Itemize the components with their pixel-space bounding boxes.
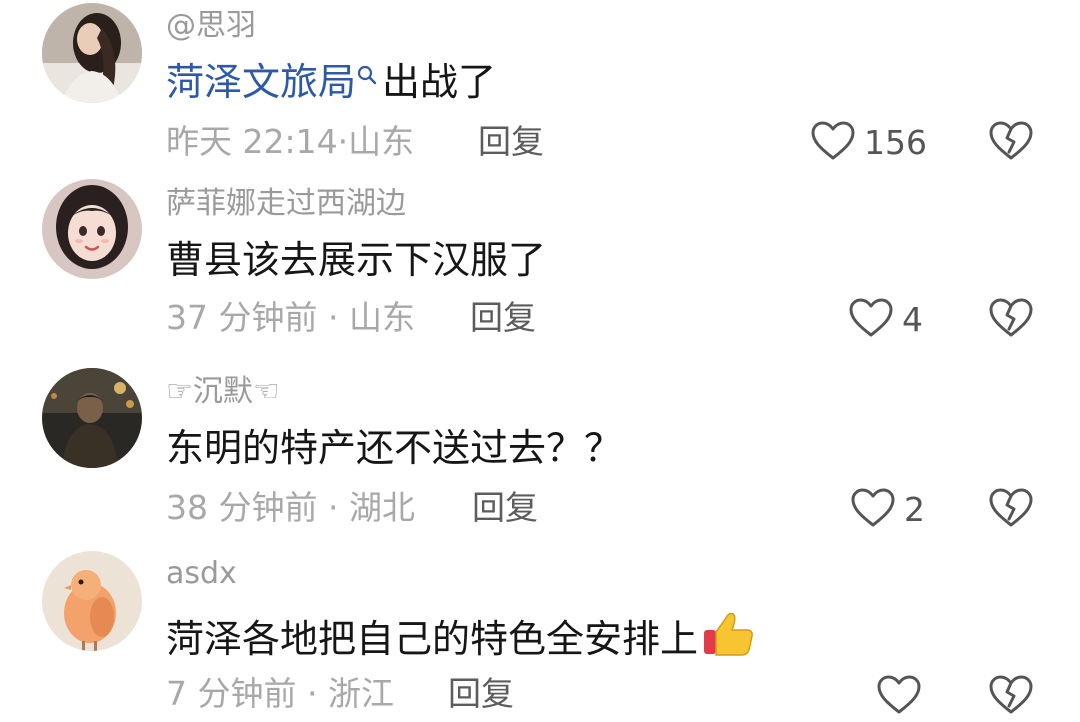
reply-button[interactable]: 回复	[470, 298, 536, 338]
dislike-button[interactable]	[988, 487, 1034, 529]
comment-body: 东明的特产还不送过去？？	[166, 426, 623, 470]
mention-link[interactable]: 菏泽文旅局	[166, 58, 356, 106]
comment-item: @思羽 菏泽文旅局 出战了 昨天 22:14·山东 回复 156	[0, 0, 1080, 180]
comment-meta: 昨天 22:14·山东	[166, 122, 414, 162]
comment-body: 出战了	[382, 60, 497, 104]
heart-outline-icon	[850, 487, 896, 533]
comment-text: 菏泽各地把自己的特色全安排上	[166, 608, 756, 669]
comment-item: asdx 菏泽各地把自己的特色全安排上 7 分钟前 · 浙江 回复	[0, 550, 1080, 722]
broken-heart-icon	[989, 675, 1033, 714]
username[interactable]: @思羽	[166, 8, 256, 44]
reply-button[interactable]: 回复	[472, 488, 538, 528]
meta-separator: ·	[307, 674, 318, 713]
comment-body: 曹县该去展示下汉服了	[166, 238, 547, 282]
comment-text: 曹县该去展示下汉服了	[166, 236, 546, 284]
avatar-woman-image	[42, 3, 142, 103]
comment-time: 昨天 22:14	[166, 122, 338, 161]
heart-outline-icon	[876, 674, 922, 720]
username[interactable]: 萨菲娜走过西湖边	[166, 186, 406, 222]
heart-outline-icon	[848, 297, 894, 343]
comment-list: @思羽 菏泽文旅局 出战了 昨天 22:14·山东 回复 156 萨菲娜走过西湖…	[0, 0, 1080, 722]
avatar-anime-image	[42, 179, 142, 279]
comment-meta: 38 分钟前 · 湖北	[166, 488, 415, 528]
comment-time: 37 分钟前	[166, 298, 318, 337]
like-count: 4	[902, 300, 923, 339]
comment-item: ☞沉默☜ 东明的特产还不送过去？？ 38 分钟前 · 湖北 回复 2	[0, 366, 1080, 546]
reply-button[interactable]: 回复	[448, 674, 514, 714]
broken-heart-icon	[989, 298, 1033, 337]
broken-heart-icon	[989, 121, 1033, 160]
like-count: 2	[904, 490, 925, 529]
meta-separator: ·	[327, 488, 339, 527]
like-button[interactable]: 2	[850, 487, 925, 533]
comment-body: 菏泽各地把自己的特色全安排上	[166, 616, 699, 661]
username[interactable]: asdx	[166, 556, 237, 592]
avatar-man-image	[42, 368, 142, 468]
comment-location: 浙江	[328, 674, 394, 713]
avatar[interactable]	[42, 179, 142, 279]
avatar-bird-image	[42, 551, 142, 651]
avatar[interactable]	[42, 551, 142, 651]
comment-location: 山东	[348, 122, 415, 161]
meta-separator: ·	[327, 298, 339, 337]
comment-time: 7 分钟前	[166, 674, 297, 713]
thumbs-up-icon	[702, 608, 756, 669]
comment-text: 菏泽文旅局 出战了	[166, 58, 496, 106]
avatar[interactable]	[42, 368, 142, 468]
like-button[interactable]: 156	[810, 120, 927, 166]
comment-location: 湖北	[348, 488, 415, 527]
dislike-button[interactable]	[988, 297, 1034, 339]
reply-button[interactable]: 回复	[478, 122, 544, 162]
comment-location: 山东	[348, 298, 415, 337]
avatar[interactable]	[42, 3, 142, 103]
dislike-button[interactable]	[988, 120, 1034, 162]
comment-meta: 7 分钟前 · 浙江	[166, 674, 394, 714]
heart-outline-icon	[810, 120, 856, 166]
comment-time: 38 分钟前	[166, 488, 318, 527]
search-icon	[356, 51, 378, 99]
username[interactable]: ☞沉默☜	[166, 374, 280, 410]
comment-meta: 37 分钟前 · 山东	[166, 298, 415, 338]
like-count: 156	[864, 123, 927, 162]
like-button[interactable]	[876, 674, 922, 720]
comment-text: 东明的特产还不送过去？？	[166, 424, 622, 472]
broken-heart-icon	[989, 488, 1033, 527]
meta-separator: ·	[337, 122, 349, 161]
comment-item: 萨菲娜走过西湖边 曹县该去展示下汉服了 37 分钟前 · 山东 回复 4	[0, 178, 1080, 358]
dislike-button[interactable]	[988, 674, 1034, 716]
like-button[interactable]: 4	[848, 297, 923, 343]
